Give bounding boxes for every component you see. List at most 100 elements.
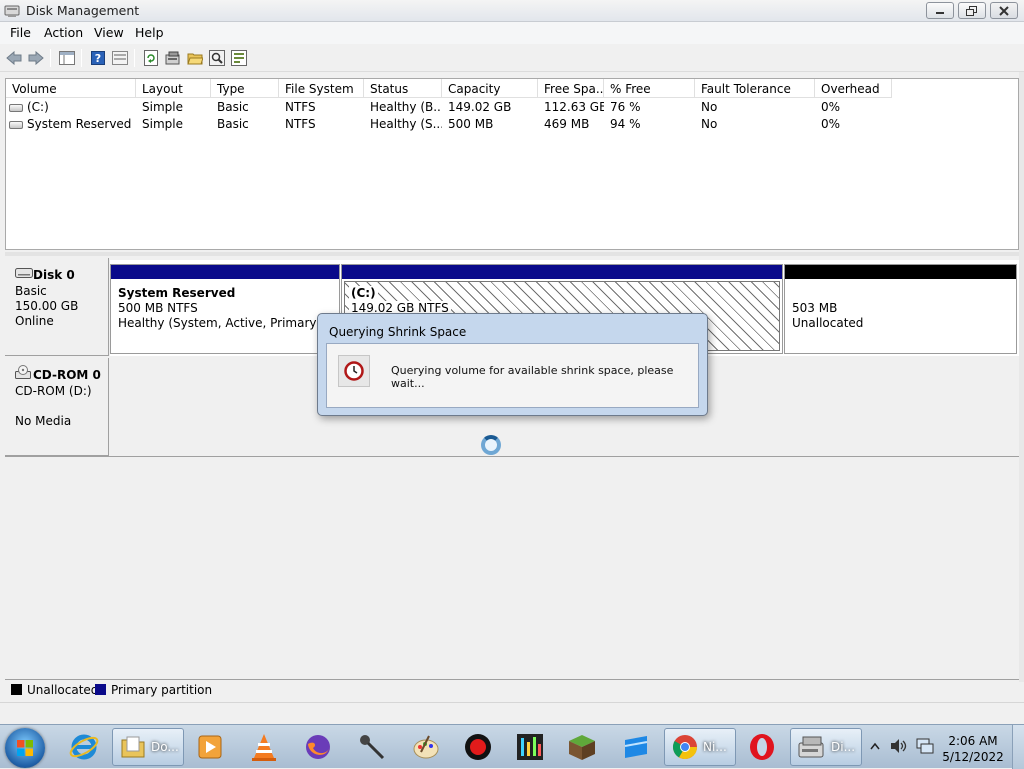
- taskbar-label: Do...: [151, 740, 179, 754]
- table-row-volume[interactable]: System Reserved: [9, 117, 135, 133]
- status-bar: [0, 702, 1024, 724]
- taskbar-media-player[interactable]: [188, 728, 232, 766]
- column-header-percent-free[interactable]: % Free: [604, 79, 695, 98]
- rescan-disks-button[interactable]: [163, 48, 183, 68]
- table-cell: Simple: [142, 100, 183, 114]
- column-header-capacity[interactable]: Capacity: [442, 79, 538, 98]
- taskbar-blue-app[interactable]: [614, 728, 658, 766]
- export-button[interactable]: [229, 48, 249, 68]
- minecraft-icon: [569, 735, 595, 760]
- table-cell: NTFS: [285, 100, 316, 114]
- refresh-button[interactable]: [141, 48, 161, 68]
- dialog-message: Querying volume for available shrink spa…: [391, 364, 674, 390]
- volume-icon: [9, 120, 23, 129]
- column-header-layout[interactable]: Layout: [136, 79, 211, 98]
- back-arrow-icon: [6, 51, 22, 65]
- column-header-file-system[interactable]: File System: [279, 79, 364, 98]
- table-cell: 76 %: [610, 100, 641, 114]
- volume-icon[interactable]: [890, 738, 908, 754]
- show-desktop-button[interactable]: [1012, 725, 1024, 769]
- start-button[interactable]: [5, 728, 45, 768]
- legend-unallocated: Unallocated: [27, 683, 99, 697]
- partition-title: (C:): [349, 286, 378, 301]
- opera-icon: [750, 734, 774, 760]
- internet-explorer-icon: [69, 734, 99, 760]
- clock[interactable]: 2:06 AM 5/12/2022: [940, 733, 1006, 765]
- table-cell: No: [701, 117, 718, 131]
- toolbar: ?: [0, 44, 1024, 72]
- taskbar: Do... Ni... Di... 2:06 AM 5/12/2022: [0, 724, 1024, 769]
- restore-icon: [966, 5, 977, 16]
- menu-file[interactable]: File: [10, 25, 31, 40]
- equalizer-icon: [517, 734, 543, 760]
- taskbar-firefox[interactable]: [296, 728, 340, 766]
- forward-arrow-icon: [28, 51, 44, 65]
- column-header-free-space[interactable]: Free Spa...: [538, 79, 604, 98]
- partition-system-reserved[interactable]: System Reserved 500 MB NTFS Healthy (Sys…: [110, 264, 340, 354]
- restore-button[interactable]: [958, 2, 986, 19]
- table-row-volume[interactable]: (C:): [9, 100, 135, 116]
- dialog-body: Querying volume for available shrink spa…: [326, 343, 699, 408]
- taskbar-minecraft[interactable]: [562, 728, 602, 766]
- taskbar-folder-window[interactable]: Do...: [112, 728, 184, 766]
- taskbar-paint[interactable]: [404, 728, 448, 766]
- column-header-overhead[interactable]: Overhead: [815, 79, 892, 98]
- close-icon: [999, 5, 1009, 16]
- primary-partition-bar: [111, 265, 339, 279]
- taskbar-opera[interactable]: [742, 728, 782, 766]
- close-button[interactable]: [990, 2, 1018, 19]
- clock-icon: [338, 355, 370, 387]
- taskbar-equalizer[interactable]: [510, 728, 550, 766]
- clock-time: 2:06 AM: [948, 734, 998, 748]
- column-header-status[interactable]: Status: [364, 79, 442, 98]
- unallocated-bar: [785, 265, 1016, 279]
- taskbar-internet-explorer[interactable]: [62, 728, 106, 766]
- primary-partition-swatch: [95, 684, 106, 695]
- help-button[interactable]: ?: [88, 48, 108, 68]
- disk-state: Online: [15, 314, 54, 328]
- table-cell: 0%: [821, 117, 841, 131]
- open-button[interactable]: [185, 48, 205, 68]
- taskbar-label: Di...: [831, 740, 856, 754]
- show-hidden-icons-icon[interactable]: [870, 742, 880, 750]
- network-icon[interactable]: [916, 737, 934, 755]
- media-player-icon: [198, 735, 222, 759]
- menu-action[interactable]: Action: [44, 25, 83, 40]
- column-header-type[interactable]: Type: [211, 79, 279, 98]
- unallocated-swatch: [11, 684, 22, 695]
- back-button[interactable]: [4, 48, 24, 68]
- taskbar-microphone[interactable]: [350, 728, 394, 766]
- dialog-title: Querying Shrink Space: [329, 325, 467, 339]
- minimize-button[interactable]: [926, 2, 954, 19]
- taskbar-label: Ni...: [703, 740, 727, 754]
- forward-button[interactable]: [26, 48, 46, 68]
- partition-unallocated[interactable]: 503 MB Unallocated: [784, 264, 1017, 354]
- taskbar-disk-management-window[interactable]: Di...: [790, 728, 862, 766]
- vertical-scrollbar[interactable]: [1019, 72, 1024, 682]
- menu-help[interactable]: Help: [135, 25, 164, 40]
- explore-button[interactable]: [207, 48, 227, 68]
- column-header-volume[interactable]: Volume: [6, 79, 136, 98]
- taskbar-vlc[interactable]: [242, 728, 286, 766]
- paint-icon: [413, 735, 439, 759]
- properties-button[interactable]: [110, 48, 130, 68]
- disk-icon: [15, 268, 33, 278]
- cdrom-0-label[interactable]: CD-ROM 0 CD-ROM (D:) No Media: [5, 358, 109, 456]
- taskbar-chrome-window[interactable]: Ni...: [664, 728, 736, 766]
- querying-shrink-space-dialog[interactable]: Querying Shrink Space Querying volume fo…: [317, 313, 708, 416]
- taskbar-recorder[interactable]: [458, 728, 498, 766]
- table-cell: No: [701, 100, 718, 114]
- table-cell: 94 %: [610, 117, 641, 131]
- primary-partition-bar: [342, 265, 782, 279]
- clock-date: 5/12/2022: [942, 750, 1004, 764]
- disk-size: 150.00 GB: [15, 299, 79, 313]
- table-cell: 149.02 GB: [448, 100, 512, 114]
- table-cell: Basic: [217, 117, 249, 131]
- show-hide-console-tree-button[interactable]: [57, 48, 77, 68]
- menu-view[interactable]: View: [94, 25, 124, 40]
- column-header-fault-tolerance[interactable]: Fault Tolerance: [695, 79, 815, 98]
- partition-size: 500 MB NTFS: [118, 301, 198, 315]
- table-cell: Healthy (B...: [370, 100, 442, 114]
- partition-status: Unallocated: [792, 316, 864, 330]
- disk-0-label[interactable]: Disk 0 Basic 150.00 GB Online: [5, 258, 109, 356]
